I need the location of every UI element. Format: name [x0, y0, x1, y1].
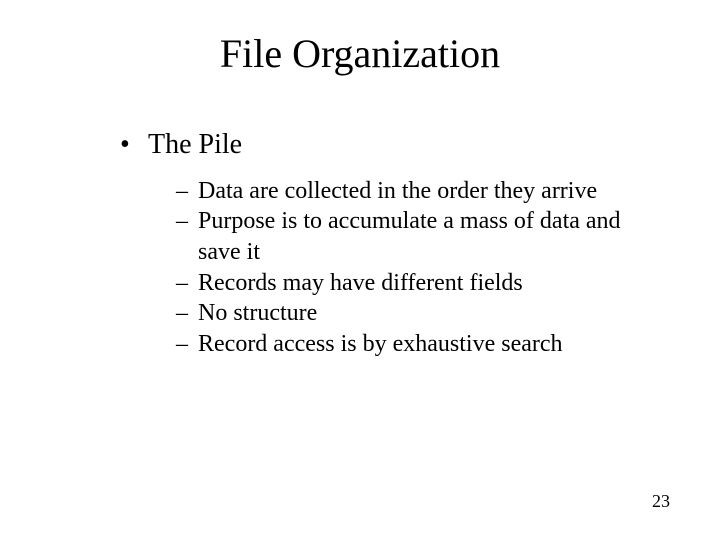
dash-icon: – — [176, 298, 198, 329]
dash-icon: – — [176, 268, 198, 299]
bullet-level1: •The Pile — [120, 128, 660, 162]
dash-icon: – — [176, 206, 198, 267]
page-number: 23 — [652, 491, 670, 512]
subitem-text: Purpose is to accumulate a mass of data … — [198, 206, 660, 267]
subitem-list: – Data are collected in the order they a… — [176, 176, 660, 360]
dash-icon: – — [176, 176, 198, 207]
subitem-text: Data are collected in the order they arr… — [198, 176, 660, 207]
subitem: – Purpose is to accumulate a mass of dat… — [176, 206, 660, 267]
dash-icon: – — [176, 329, 198, 360]
subitem: – Record access is by exhaustive search — [176, 329, 660, 360]
subitem-text: Record access is by exhaustive search — [198, 329, 660, 360]
slide-title: File Organization — [0, 30, 720, 77]
subitem: – Records may have different fields — [176, 268, 660, 299]
subitem: – Data are collected in the order they a… — [176, 176, 660, 207]
subitem: – No structure — [176, 298, 660, 329]
bullet-label: The Pile — [148, 129, 242, 160]
bullet-glyph: • — [120, 128, 148, 162]
slide-body: •The Pile – Data are collected in the or… — [120, 128, 660, 360]
subitem-text: Records may have different fields — [198, 268, 660, 299]
subitem-text: No structure — [198, 298, 660, 329]
slide: File Organization •The Pile – Data are c… — [0, 0, 720, 540]
